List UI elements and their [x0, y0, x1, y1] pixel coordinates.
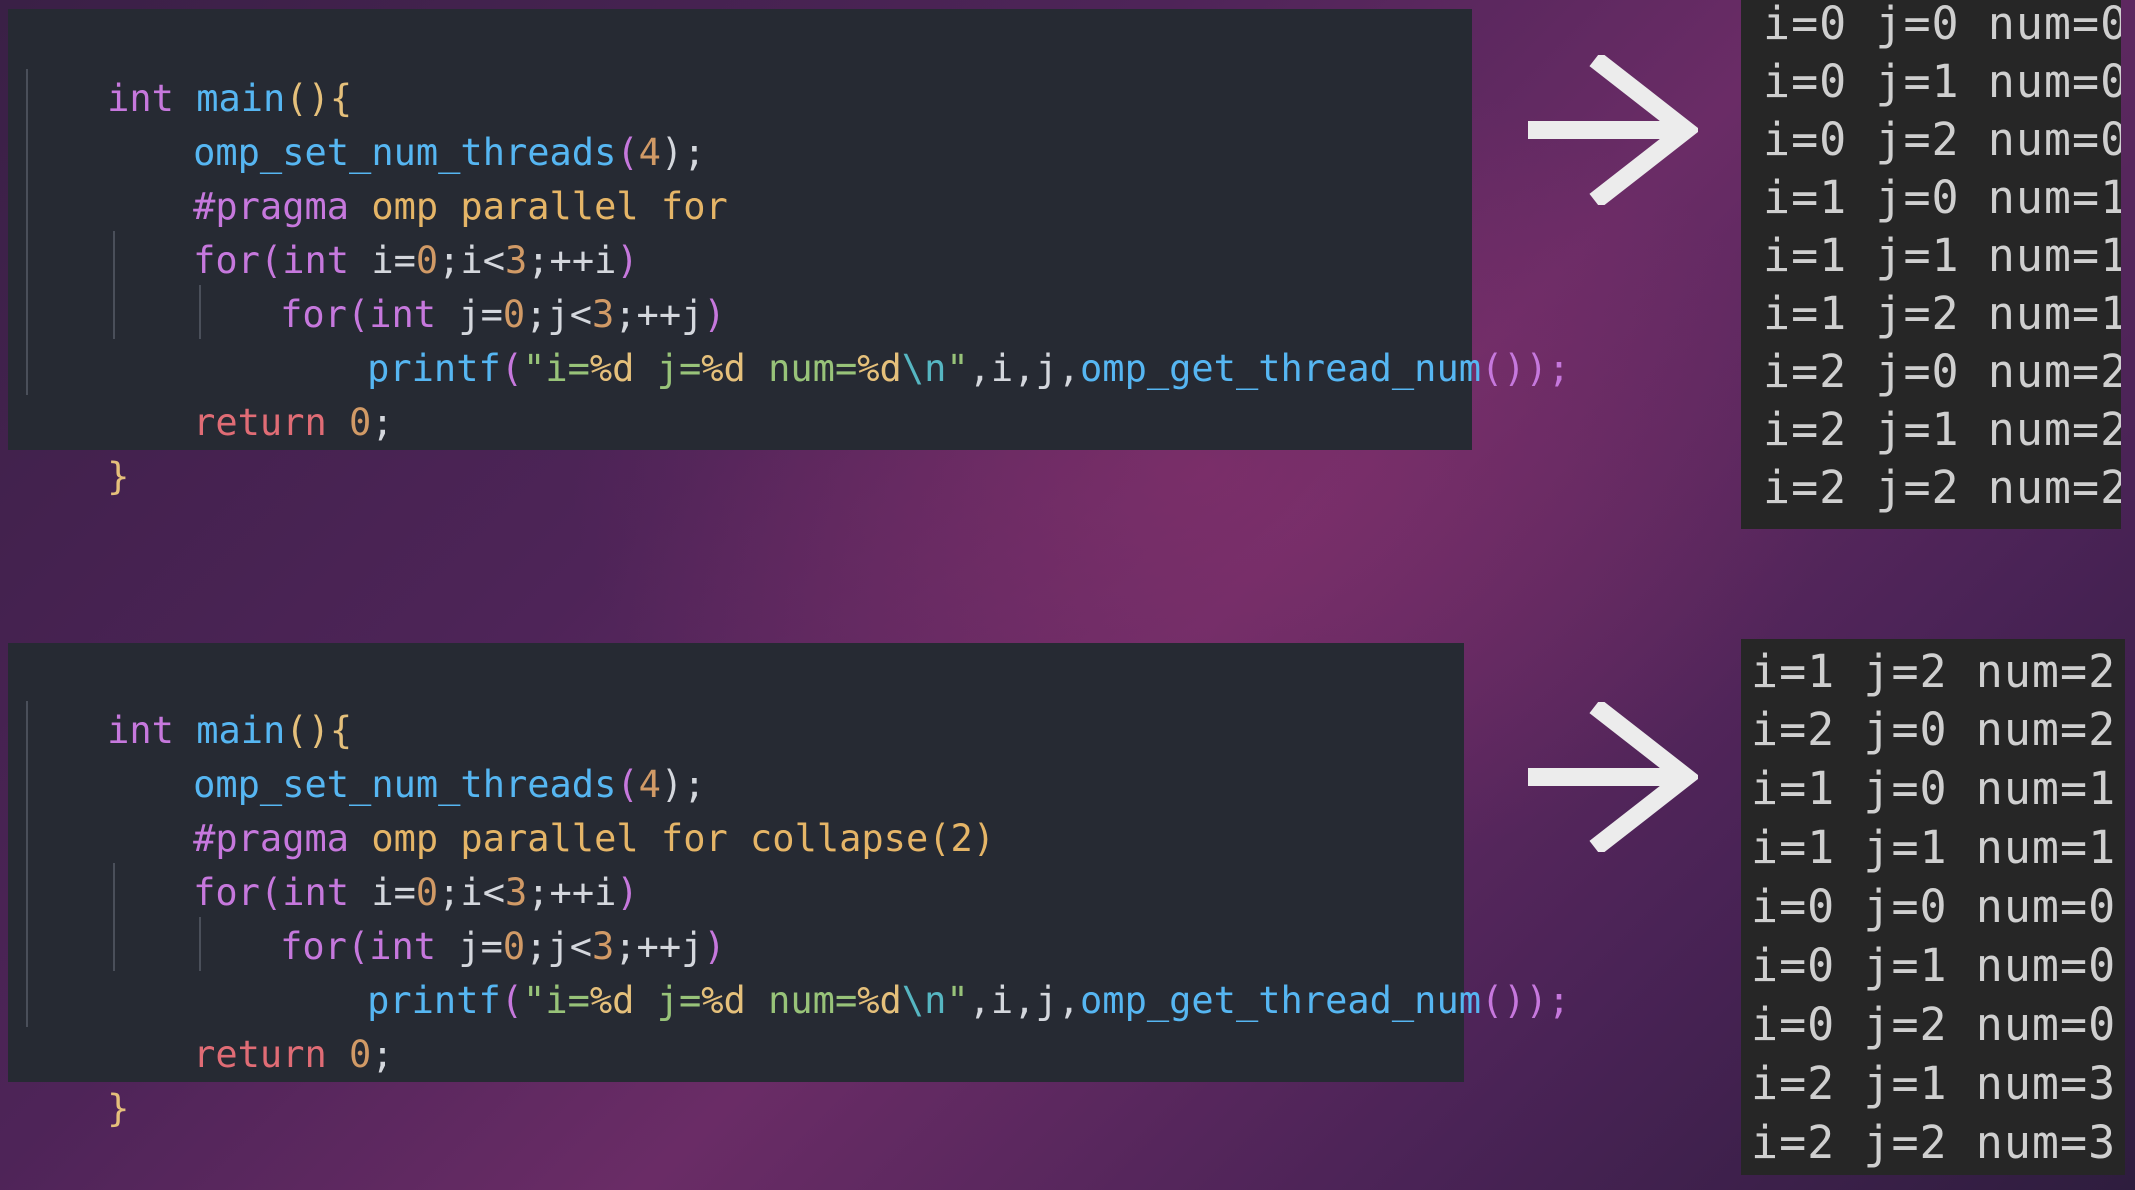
- code-line-pragma: #pragma omp parallel for collapse(2): [104, 758, 995, 860]
- output-line: i=0 j=1 num=0: [1763, 55, 2121, 108]
- output-line: i=1 j=1 num=1: [1763, 229, 2121, 282]
- code-line-set-threads: omp_set_num_threads(4);: [193, 131, 706, 174]
- output-line: i=1 j=0 num=1: [1751, 762, 2117, 815]
- code-line-pragma: #pragma omp parallel for: [104, 126, 728, 228]
- code-line-close-brace: }: [107, 1087, 130, 1130]
- code-line-return: return 0;: [193, 401, 394, 444]
- terminal-output-parallel-for: i=0 j=0 num=0 i=0 j=1 num=0 i=0 j=2 num=…: [1741, 0, 2121, 529]
- output-line: i=1 j=1 num=1: [1751, 821, 2117, 874]
- output-line: i=1 j=0 num=1: [1763, 171, 2121, 224]
- output-line: i=2 j=2 num=3: [1751, 1116, 2117, 1169]
- output-line: i=0 j=0 num=0: [1763, 0, 2121, 50]
- code-line-printf: printf("i=%d j=%d num=%d\n",i,j,omp_get_…: [367, 347, 1571, 390]
- output-line: i=2 j=2 num=2: [1763, 461, 2121, 514]
- code-panel-parallel-for: int main(){ omp_set_num_threads(4); #pra…: [8, 9, 1570, 498]
- code-line-return: return 0;: [193, 1033, 394, 1076]
- code-line-inner-for: for(int j=0;j<3;++j): [280, 925, 726, 968]
- terminal-output-parallel-for-collapse: i=1 j=2 num=2 i=2 j=0 num=2 i=1 j=0 num=…: [1741, 639, 2125, 1175]
- output-line: i=2 j=1 num=2: [1763, 403, 2121, 456]
- output-line: i=1 j=2 num=2: [1751, 645, 2117, 698]
- output-line: i=0 j=2 num=0: [1763, 113, 2121, 166]
- output-line: i=0 j=1 num=0: [1751, 939, 2117, 992]
- arrow-right-icon: [1528, 55, 1698, 205]
- code-line-outer-for: for(int i=0;i<3;++i): [193, 871, 639, 914]
- output-line: i=2 j=0 num=2: [1763, 345, 2121, 398]
- output-line: i=2 j=0 num=2: [1751, 703, 2117, 756]
- output-line: i=0 j=2 num=0: [1751, 998, 2117, 1051]
- code-panel-parallel-for-collapse: int main(){ omp_set_num_threads(4); #pra…: [8, 643, 1570, 1130]
- code-line-outer-for: for(int i=0;i<3;++i): [193, 239, 639, 282]
- output-line: i=1 j=2 num=1: [1763, 287, 2121, 340]
- output-line: i=0 j=0 num=0: [1751, 880, 2117, 933]
- output-line: i=2 j=1 num=3: [1751, 1057, 2117, 1110]
- code-line-main: int main(){: [107, 77, 353, 120]
- code-line-printf: printf("i=%d j=%d num=%d\n",i,j,omp_get_…: [367, 979, 1571, 1022]
- function-omp-get-thread-num: omp_get_thread_num: [1080, 979, 1481, 1022]
- arrow-right-icon: [1528, 702, 1698, 852]
- code-line-main: int main(){: [107, 709, 353, 752]
- code-line-close-brace: }: [107, 455, 130, 498]
- function-omp-get-thread-num: omp_get_thread_num: [1080, 347, 1481, 390]
- code-line-inner-for: for(int j=0;j<3;++j): [280, 293, 726, 336]
- code-line-set-threads: omp_set_num_threads(4);: [193, 763, 706, 806]
